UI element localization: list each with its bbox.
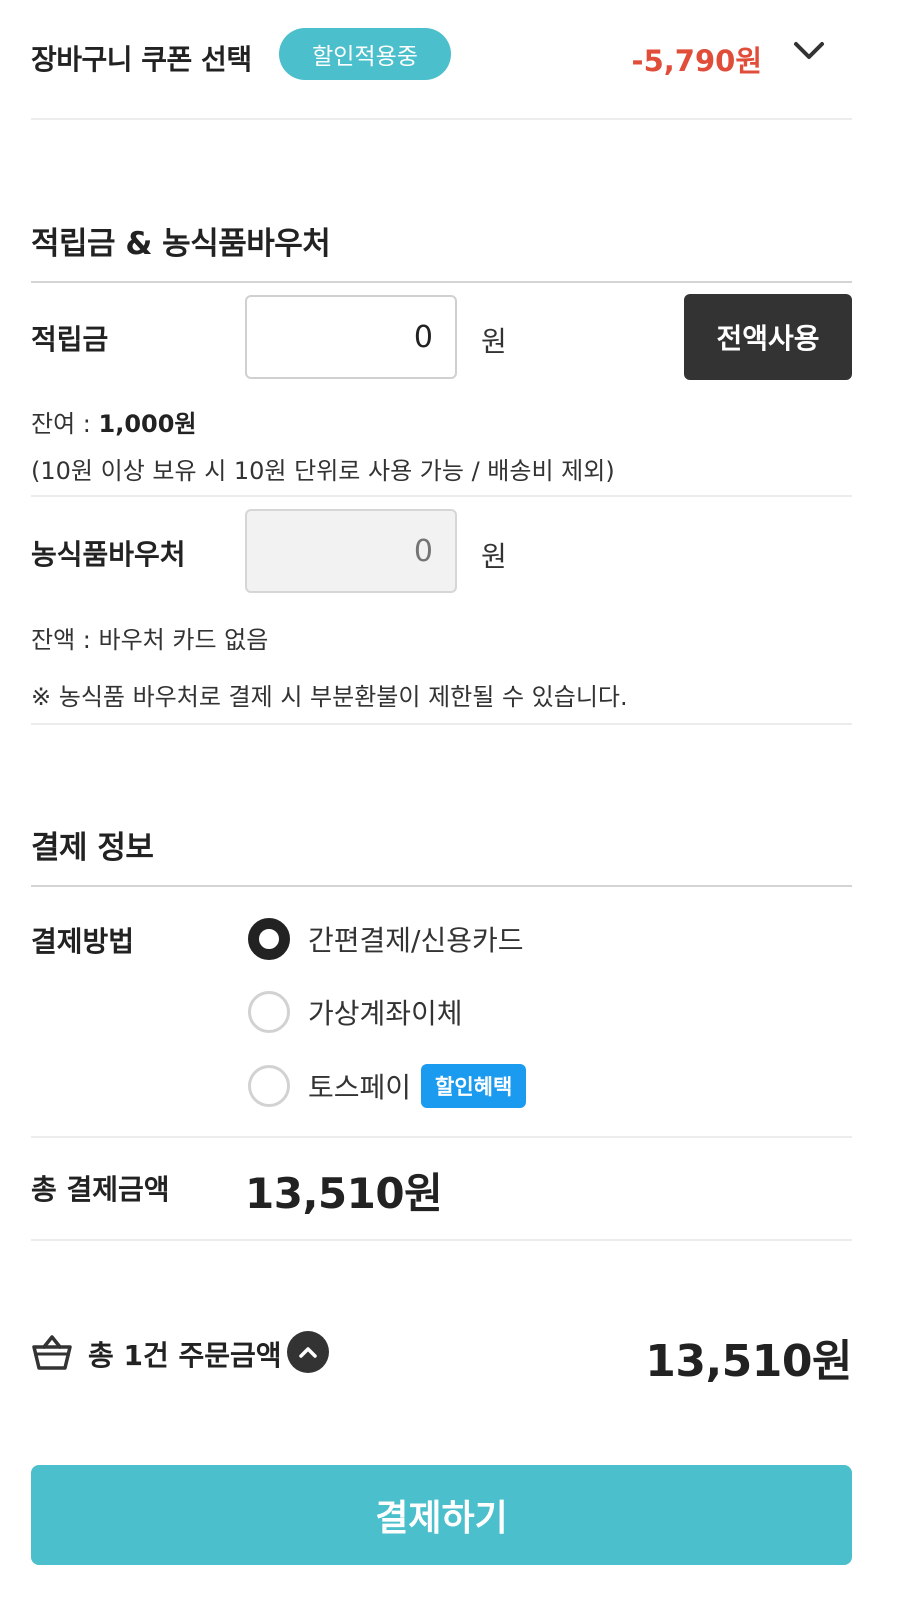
- voucher-label: 농식품바우처: [31, 538, 186, 571]
- divider: [31, 118, 852, 120]
- payment-option-label: 간편결제/신용카드: [308, 924, 524, 957]
- points-unit: 원: [481, 325, 507, 358]
- order-count-label: 총 1건 주문금액: [88, 1339, 282, 1372]
- payment-option-tosspay[interactable]: 토스페이 할인혜택: [248, 1063, 527, 1109]
- divider: [31, 723, 852, 725]
- points-usage-note: (10원 이상 보유 시 10원 단위로 사용 가능 / 배송비 제외): [31, 457, 615, 485]
- checkout-button[interactable]: 결제하기: [31, 1465, 852, 1565]
- radio-unselected-icon[interactable]: [248, 1065, 290, 1107]
- payment-option-card[interactable]: 간편결제/신용카드: [248, 916, 524, 962]
- chevron-down-icon[interactable]: [792, 34, 826, 68]
- points-balance-label: 잔여 :: [31, 410, 99, 438]
- divider: [31, 495, 852, 497]
- payment-option-virtual-account[interactable]: 가상계좌이체: [248, 989, 463, 1035]
- order-total-amount: 13,510원: [645, 1336, 852, 1387]
- divider: [31, 1239, 852, 1241]
- points-balance: 잔여 : 1,000원: [31, 404, 197, 439]
- chevron-up-icon[interactable]: [287, 1331, 329, 1373]
- radio-selected-icon[interactable]: [248, 918, 290, 960]
- checkout-page: 장바구니 쿠폰 선택 할인적용중 -5,790원 적립금 & 농식품바우처 적립…: [0, 0, 900, 1600]
- divider: [31, 1136, 852, 1138]
- payment-method-label: 결제방법: [31, 925, 135, 958]
- section-divider: [31, 281, 852, 283]
- points-balance-value: 1,000원: [98, 410, 197, 438]
- voucher-unit: 원: [481, 540, 507, 573]
- points-voucher-section-title: 적립금 & 농식품바우처: [31, 226, 331, 262]
- discount-benefit-badge: 할인혜택: [421, 1064, 527, 1108]
- use-all-points-button[interactable]: 전액사용: [684, 294, 852, 380]
- section-divider: [31, 885, 852, 887]
- payment-option-label: 가상계좌이체: [308, 997, 463, 1030]
- payment-section-title: 결제 정보: [31, 830, 154, 866]
- coupon-title: 장바구니 쿠폰 선택: [31, 43, 252, 76]
- total-payment-value: 13,510원: [245, 1169, 443, 1218]
- voucher-refund-notice: ※ 농식품 바우처로 결제 시 부분환불이 제한될 수 있습니다.: [31, 683, 628, 711]
- total-payment-label: 총 결제금액: [31, 1173, 170, 1206]
- points-input[interactable]: [245, 295, 457, 379]
- cart-coupon-row[interactable]: 장바구니 쿠폰 선택 할인적용중 -5,790원: [31, 28, 852, 84]
- radio-unselected-icon[interactable]: [248, 991, 290, 1033]
- discount-applied-badge: 할인적용중: [279, 28, 451, 80]
- voucher-input: [245, 509, 457, 593]
- coupon-discount-amount: -5,790원: [631, 44, 762, 78]
- points-label: 적립금: [31, 323, 109, 356]
- voucher-balance: 잔액 : 바우처 카드 없음: [31, 626, 269, 654]
- basket-icon: [32, 1335, 72, 1370]
- payment-option-label: 토스페이: [308, 1071, 412, 1104]
